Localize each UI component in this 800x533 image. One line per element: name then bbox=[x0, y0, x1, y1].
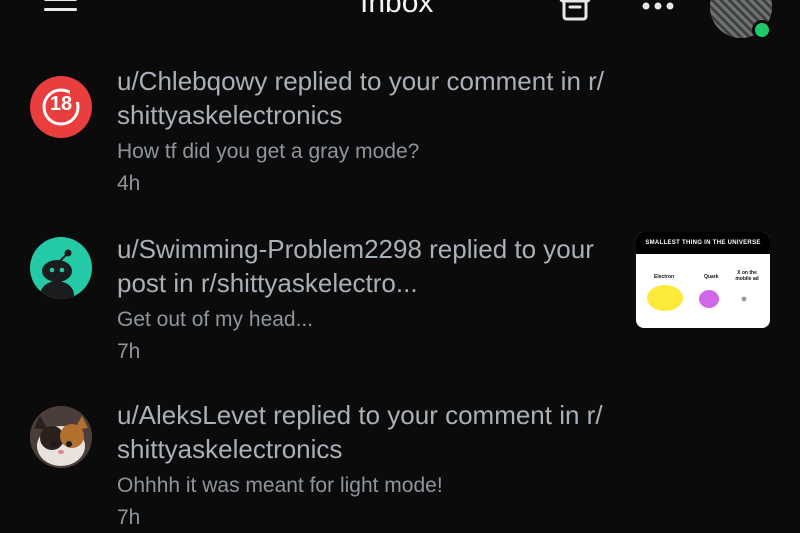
notification-headline: u/Swimming-Problem2298 replied to your p… bbox=[117, 234, 594, 298]
inbox-item-text: u/Swimming-Problem2298 replied to your p… bbox=[117, 232, 617, 366]
comment-snippet: How tf did you get a gray mode? bbox=[117, 140, 420, 163]
inbox-item-text: u/Chlebqowy replied to your comment in r… bbox=[117, 64, 727, 198]
timestamp: 7h bbox=[117, 506, 141, 529]
more-icon[interactable] bbox=[640, 0, 676, 14]
timestamp: 4h bbox=[117, 172, 141, 195]
thumbnail-graphic bbox=[647, 285, 747, 311]
archive-icon[interactable] bbox=[558, 0, 592, 22]
nsfw-badge-avatar[interactable]: 18 bbox=[30, 76, 92, 138]
comment-snippet: Ohhhh it was meant for light mode! bbox=[117, 474, 443, 497]
page-title: Inbox bbox=[360, 0, 434, 19]
online-status-dot bbox=[752, 20, 772, 40]
timestamp: 7h bbox=[117, 340, 141, 363]
age-badge-text: 18 bbox=[49, 93, 73, 115]
snoo-avatar[interactable] bbox=[30, 237, 92, 299]
user-avatar[interactable] bbox=[30, 406, 92, 468]
post-thumbnail[interactable]: SMALLEST THING IN THE UNIVERSE Electron … bbox=[636, 232, 770, 328]
comment-snippet: Get out of my head... bbox=[117, 308, 314, 331]
notification-headline: u/Chlebqowy replied to your comment in r… bbox=[117, 66, 605, 130]
menu-icon[interactable] bbox=[44, 0, 78, 22]
top-bar: Inbox bbox=[0, 0, 800, 50]
notification-headline: u/AleksLevet replied to your comment in … bbox=[117, 400, 603, 464]
inbox-item-text: u/AleksLevet replied to your comment in … bbox=[117, 398, 727, 532]
